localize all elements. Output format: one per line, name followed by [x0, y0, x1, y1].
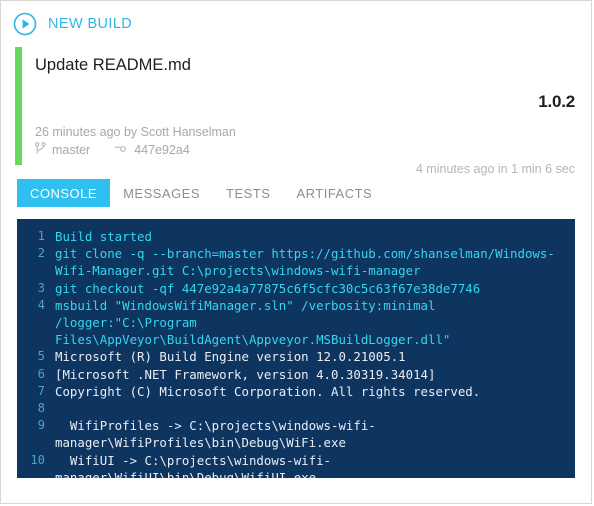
console-line-text: Build started — [55, 229, 152, 244]
console-line-number: 10 — [30, 452, 45, 467]
console-line: 7 Copyright (C) Microsoft Corporation. Al… — [25, 383, 567, 400]
commit-icon — [114, 143, 128, 157]
console-line-number: 9 — [37, 418, 45, 433]
console-line-number: 1 — [37, 229, 45, 243]
console-line-number: 8 — [37, 401, 45, 416]
build-header: Update README.md 1.0.2 26 minutes ago by… — [15, 47, 591, 176]
console-line-text: [Microsoft .NET Framework, version 4.0.3… — [55, 366, 436, 382]
build-author-line: 26 minutes ago by Scott Hanselman — [35, 124, 236, 139]
console-line-text: msbuild "WindowsWifiManager.sln" /verbos… — [55, 297, 451, 348]
build-status-indicator — [15, 47, 22, 165]
branch-name: master — [52, 143, 91, 158]
console-line-text: Copyright (C) Microsoft Corporation. All… — [55, 383, 481, 399]
build-meta: 26 minutes ago by Scott Hanselman master — [35, 125, 591, 177]
console-line: 9 WifiProfiles -> C:\projects\windows-wi… — [25, 417, 567, 451]
console-line: 1 Build started — [25, 228, 567, 245]
console-line: 5 Microsoft (R) Build Engine version 12.0… — [25, 348, 567, 365]
topbar: NEW BUILD — [1, 1, 591, 47]
console-line: 3 git checkout -qf 447e92a4a77875c6f5cfc3… — [25, 280, 567, 297]
branch-ref[interactable]: master — [35, 142, 90, 158]
build-version: 1.0.2 — [538, 91, 575, 111]
console-line-number: 6 — [37, 366, 45, 381]
commit-hash: 447e92a4 — [134, 143, 190, 158]
console-line-number: 4 — [37, 297, 45, 312]
build-title: Update README.md — [35, 56, 191, 74]
tab-messages[interactable]: MESSAGES — [110, 179, 213, 207]
console-line-text: Microsoft (R) Build Engine version 12.0.… — [55, 349, 406, 365]
console-line-text: git checkout -qf 447e92a4a77875c6f5cfc30… — [55, 280, 481, 296]
console-line-number: 5 — [37, 349, 45, 364]
commit-ref[interactable]: 447e92a4 — [114, 143, 190, 157]
console-line-number: 2 — [37, 246, 45, 261]
play-circle-icon[interactable] — [13, 12, 37, 36]
console-line: 8 — [25, 400, 567, 417]
console-output[interactable]: 1 Build started 2 git clone -q --branch=mas… — [17, 219, 575, 478]
console-line-number: 7 — [37, 383, 45, 398]
branch-icon — [35, 142, 46, 158]
console-line-text: WifiProfiles -> C:\projects\windows-wifi… — [55, 418, 376, 451]
tab-console[interactable]: CONSOLE — [17, 179, 111, 207]
console-line-text: git clone -q --branch=master https://git… — [55, 246, 555, 279]
build-finished-time: 4 minutes ago in 1 min 6 sec — [415, 162, 575, 177]
new-build-button[interactable]: NEW BUILD — [48, 16, 132, 32]
console-line-text: WifiUI -> C:\projects\windows-wifi-manag… — [55, 452, 332, 478]
build-refs: master 447e92a4 — [35, 142, 591, 158]
console-line: 10 WifiUI -> C:\projects\windows-wifi-ma… — [25, 452, 567, 478]
tab-tests[interactable]: TESTS — [213, 179, 283, 207]
console-line: 4 msbuild "WindowsWifiManager.sln" /verbo… — [25, 297, 567, 349]
console-line-number: 3 — [37, 280, 45, 295]
build-version-row: 1.0.2 — [35, 92, 591, 112]
build-tabs: CONSOLE MESSAGES TESTS ARTIFACTS — [17, 179, 591, 207]
console-line-text — [55, 400, 567, 417]
console-line: 2 git clone -q --branch=master https://gi… — [25, 245, 567, 279]
build-page: NEW BUILD Update README.md 1.0.2 26 minu… — [0, 0, 592, 504]
console-line: 6 [Microsoft .NET Framework, version 4.0.… — [25, 366, 567, 383]
tab-artifacts[interactable]: ARTIFACTS — [283, 179, 385, 207]
